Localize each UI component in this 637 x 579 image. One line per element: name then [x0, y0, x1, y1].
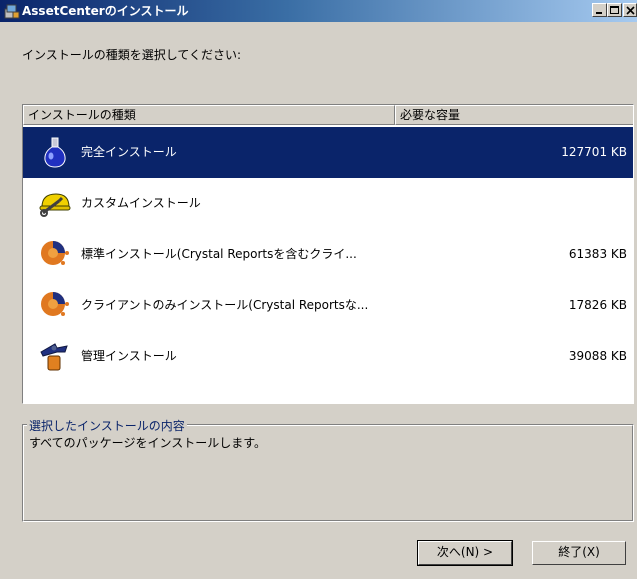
minimize-button[interactable]	[592, 3, 607, 17]
list-item-size: 127701 KB	[561, 145, 627, 159]
hardhat-icon	[39, 193, 71, 217]
list-item-label: クライアントのみインストール(Crystal Reportsな...	[81, 298, 369, 312]
maximize-icon	[610, 6, 619, 14]
client-server-icon	[41, 241, 69, 265]
column-header-size[interactable]: 必要な容量	[395, 105, 633, 125]
list-item-admin-install[interactable]: 管理インストール 39088 KB	[23, 331, 633, 382]
selection-details-group: 選択したインストールの内容 すべてのパッケージをインストールします。	[22, 417, 634, 522]
list-item-label: 標準インストール(Crystal Reportsを含むクライ...	[81, 247, 357, 261]
maximize-button[interactable]	[607, 3, 622, 17]
selection-details-text: すべてのパッケージをインストールします。	[29, 436, 267, 450]
next-button[interactable]: 次へ(N) >	[417, 540, 513, 566]
title-bar[interactable]: AssetCenterのインストール	[0, 0, 637, 22]
window-title: AssetCenterのインストール	[22, 4, 189, 18]
exit-button[interactable]: 終了(X)	[532, 541, 626, 565]
list-item-label: カスタムインストール	[81, 196, 201, 210]
list-item-size: 39088 KB	[568, 349, 627, 363]
list-item-full-install[interactable]: 完全インストール 127701 KB	[23, 127, 633, 178]
installer-app-icon	[4, 4, 20, 19]
minimize-icon	[596, 12, 602, 14]
selection-details-label: 選択したインストールの内容	[27, 417, 187, 434]
client-server-icon	[41, 292, 69, 316]
install-type-list[interactable]: インストールの種類 必要な容量 完全インストール 127701 KB カスタムイ…	[22, 104, 634, 404]
close-button[interactable]	[623, 3, 637, 17]
flask-icon	[44, 137, 66, 168]
list-item-standard-install[interactable]: 標準インストール(Crystal Reportsを含むクライ... 61383 …	[23, 229, 633, 280]
list-item-label: 完全インストール	[81, 145, 177, 159]
list-item-label: 管理インストール	[81, 349, 177, 363]
list-item-client-only-install[interactable]: クライアントのみインストール(Crystal Reportsな... 17826…	[23, 280, 633, 331]
admin-tool-icon	[40, 343, 68, 371]
list-item-custom-install[interactable]: カスタムインストール	[23, 178, 633, 229]
column-header-type[interactable]: インストールの種類	[23, 105, 395, 125]
list-item-size: 61383 KB	[568, 247, 627, 261]
prompt-label: インストールの種類を選択してください:	[22, 48, 242, 62]
close-icon	[626, 6, 635, 15]
installer-window: AssetCenterのインストール インストールの種類を選択してください: イ…	[0, 0, 637, 579]
list-item-size: 17826 KB	[568, 298, 627, 312]
